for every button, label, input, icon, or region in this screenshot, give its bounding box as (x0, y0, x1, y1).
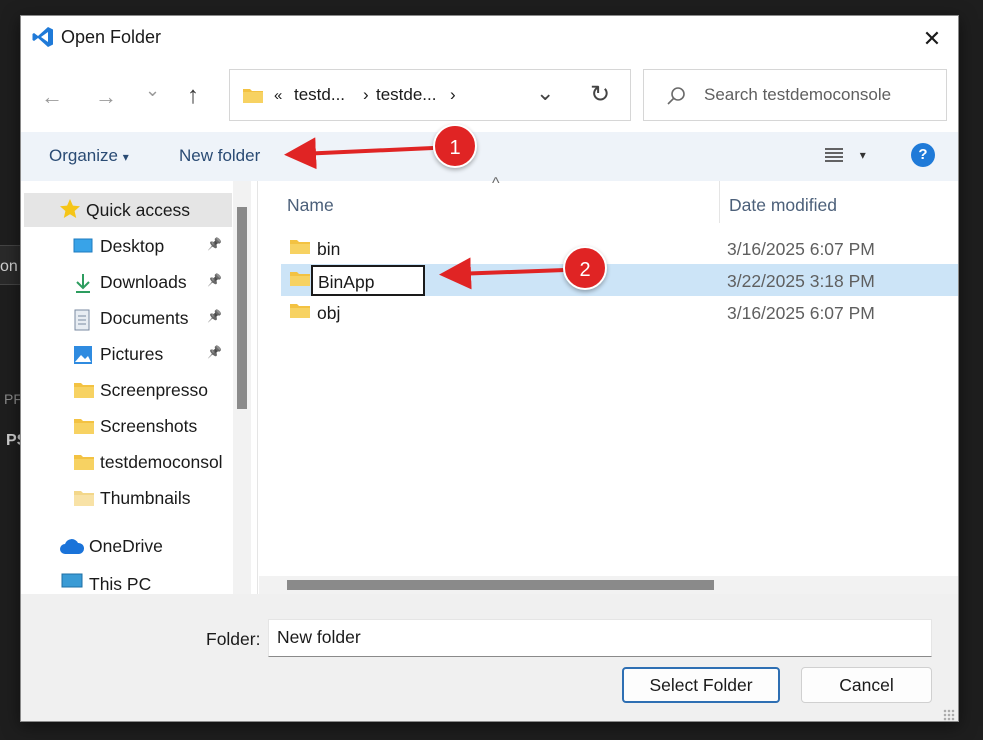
annotation-arrow (284, 137, 434, 170)
annotation-arrows (284, 137, 566, 290)
callout-badge: 2 (563, 246, 607, 290)
annotation-arrow (439, 257, 566, 290)
callout-badge: 1 (433, 124, 477, 168)
